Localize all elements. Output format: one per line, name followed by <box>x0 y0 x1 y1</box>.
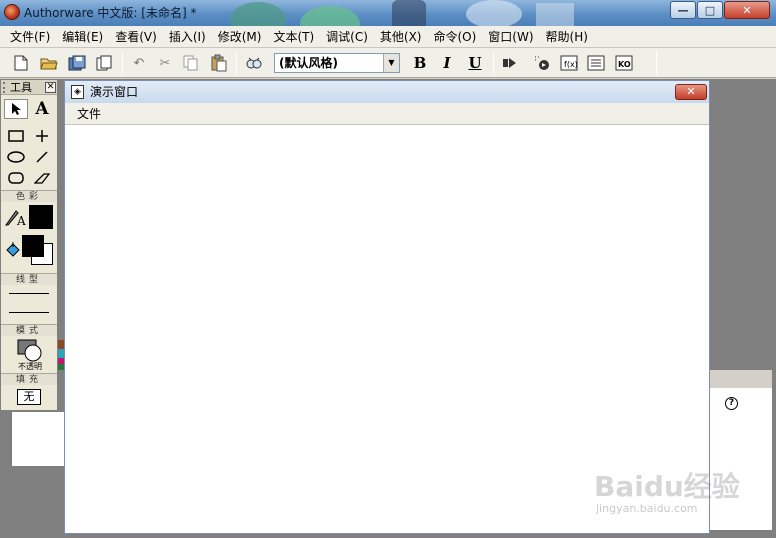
svg-text:A: A <box>16 214 26 227</box>
svg-text:KO: KO <box>618 60 631 69</box>
diagonal-line-tool-icon[interactable] <box>30 147 54 167</box>
rectangle-tool-icon[interactable] <box>4 126 28 146</box>
polygon-tool-icon[interactable] <box>30 168 54 188</box>
svg-text:f(x): f(x) <box>564 60 578 69</box>
chevron-down-icon[interactable]: ▼ <box>383 54 399 72</box>
minimize-button[interactable]: — <box>670 1 696 19</box>
watermark-logo: Baidu经验 <box>594 470 740 503</box>
menu-command[interactable]: 命令(O) <box>427 27 482 47</box>
line-style-thin[interactable] <box>9 293 49 294</box>
menu-text[interactable]: 文本(T) <box>267 27 320 47</box>
tools-palette-title: 工具 <box>10 81 32 94</box>
flowline-panel <box>10 412 65 466</box>
color-section-label: 色彩 <box>1 190 57 202</box>
line-color-swatch[interactable] <box>29 205 53 229</box>
mode-section-label: 模式 <box>1 324 57 336</box>
menu-insert[interactable]: 插入(I) <box>163 27 212 47</box>
toolbar-separator <box>656 52 657 74</box>
drag-grip-icon[interactable] <box>3 82 7 93</box>
knowledge-objects-icon[interactable]: KO <box>613 52 635 74</box>
menu-help[interactable]: 帮助(H) <box>540 27 594 47</box>
paste-icon[interactable] <box>208 52 230 74</box>
maximize-button[interactable]: □ <box>697 1 723 19</box>
desktop-decoration <box>230 2 286 26</box>
italic-button[interactable]: I <box>437 53 457 73</box>
run-icon[interactable] <box>499 52 521 74</box>
underline-button[interactable]: U <box>465 53 485 73</box>
presentation-menu-bar: 文件 <box>65 103 709 125</box>
control-panel-icon[interactable] <box>531 52 553 74</box>
presentation-window-close-button[interactable]: ✕ <box>675 84 707 100</box>
cut-icon[interactable]: ✂ <box>154 52 176 74</box>
toolbar-separator <box>236 52 237 74</box>
find-icon[interactable] <box>243 52 265 74</box>
presentation-window-titlebar[interactable] <box>65 81 709 103</box>
mode-value-label: 不透明 <box>18 362 42 371</box>
fill-none-button[interactable]: 无 <box>17 389 41 405</box>
presentation-window-title: 演示窗口 <box>90 85 139 99</box>
bold-button[interactable]: B <box>410 53 430 73</box>
menu-other[interactable]: 其他(X) <box>374 27 428 47</box>
line-style-sample[interactable] <box>9 312 49 313</box>
menu-edit[interactable]: 编辑(E) <box>56 27 109 47</box>
toolbar-separator <box>493 52 494 74</box>
style-dropdown[interactable]: (默认风格) ▼ <box>274 53 400 73</box>
toolbar: ↶ ✂ (默认风格) ▼ B I U f(x) KO <box>0 48 776 78</box>
desktop-decoration <box>300 6 360 26</box>
functions-icon[interactable]: f(x) <box>558 52 580 74</box>
menu-view[interactable]: 查看(V) <box>109 27 163 47</box>
pointer-tool-icon[interactable] <box>4 99 28 119</box>
toolbar-separator <box>122 52 123 74</box>
watermark-url: jingyan.baidu.com <box>596 502 698 515</box>
open-folder-icon[interactable] <box>38 52 60 74</box>
menu-bar: 文件(F) 编辑(E) 查看(V) 插入(I) 修改(M) 文本(T) 调试(C… <box>0 26 776 48</box>
side-panel <box>710 370 772 530</box>
rounded-rectangle-tool-icon[interactable] <box>4 168 28 188</box>
new-file-icon[interactable] <box>10 52 32 74</box>
presentation-window-icon: ◈ <box>71 85 84 99</box>
copy-icon[interactable] <box>180 52 202 74</box>
foreground-color-swatch[interactable] <box>22 235 44 257</box>
tools-palette: 工具 ✕ A 色彩 A 线型 模式 不透明 填充 无 <box>0 79 58 411</box>
menu-file[interactable]: 文件(F) <box>4 27 56 47</box>
help-icon[interactable]: ? <box>725 397 738 410</box>
window-title: Authorware 中文版: [未命名] * <box>24 6 197 20</box>
menu-modify[interactable]: 修改(M) <box>212 27 268 47</box>
import-icon[interactable] <box>93 52 115 74</box>
crosshair-line-tool-icon[interactable] <box>30 126 54 146</box>
desktop-decoration <box>466 0 522 26</box>
line-style-section-label: 线型 <box>1 273 57 285</box>
variables-icon[interactable] <box>585 52 607 74</box>
fill-section-label: 填充 <box>1 373 57 385</box>
undo-icon[interactable]: ↶ <box>128 52 150 74</box>
close-button[interactable]: ✕ <box>724 1 770 19</box>
text-tool-icon[interactable]: A <box>30 99 54 119</box>
authorware-app-icon[interactable] <box>4 4 20 20</box>
line-text-color-icon[interactable]: A <box>3 207 27 227</box>
desktop-decoration <box>392 0 426 26</box>
presentation-menu-file[interactable]: 文件 <box>77 105 101 123</box>
ellipse-tool-icon[interactable] <box>4 147 28 167</box>
save-all-icon[interactable] <box>66 52 88 74</box>
menu-window[interactable]: 窗口(W) <box>482 27 539 47</box>
tools-palette-close-button[interactable]: ✕ <box>45 82 56 93</box>
style-dropdown-value: (默认风格) <box>279 56 338 70</box>
menu-debug[interactable]: 调试(C) <box>320 27 374 47</box>
desktop-decoration <box>536 3 574 26</box>
